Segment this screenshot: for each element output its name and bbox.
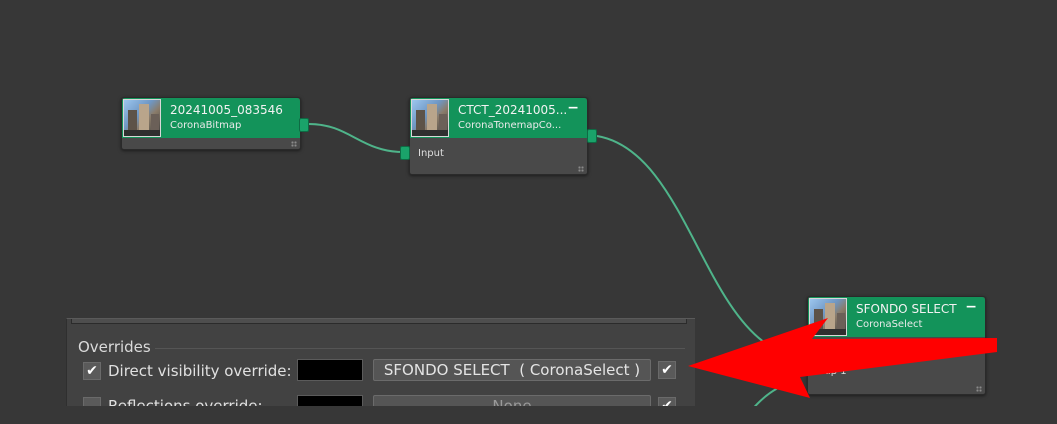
canvas-bottom-area <box>0 406 1057 424</box>
panel-top-bar <box>71 319 687 324</box>
collapse-icon[interactable]: − <box>965 299 977 315</box>
direct-visibility-map-button[interactable]: SFONDO SELECT ( CoronaSelect ) <box>373 359 651 381</box>
bitmap-node-header[interactable]: 20241005_083546 CoronaBitmap <box>122 98 300 138</box>
select-node-header[interactable]: SFONDO SELECT CoronaSelect − <box>808 297 985 337</box>
select-node[interactable]: SFONDO SELECT CoronaSelect − Map 1 <box>807 296 986 395</box>
group-divider <box>155 348 685 349</box>
bitmap-node-title: 20241005_083546 <box>170 103 283 117</box>
bitmap-output-port[interactable] <box>299 118 309 132</box>
select-node-subtitle: CoronaSelect <box>856 319 923 330</box>
wire-tonemap-to-select <box>596 135 769 346</box>
bitmap-node[interactable]: 20241005_083546 CoronaBitmap <box>121 97 301 150</box>
tonemap-node[interactable]: CTCT_20241005... CoronaTonemapCo... − In… <box>409 97 588 175</box>
tonemap-output-port[interactable] <box>587 129 597 143</box>
direct-visibility-override-label: Direct visibility override: <box>108 362 292 380</box>
tonemap-node-title: CTCT_20241005... <box>458 103 568 117</box>
wire-bitmap-to-tonemap <box>308 123 405 153</box>
tonemap-node-header[interactable]: CTCT_20241005... CoronaTonemapCo... − <box>410 98 587 138</box>
overrides-group-title: Overrides <box>78 338 151 356</box>
direct-visibility-override-checkbox[interactable]: ✔ <box>83 362 101 380</box>
direct-visibility-map-enable-checkbox[interactable]: ✔ <box>658 361 676 379</box>
select-node-title: SFONDO SELECT <box>856 302 957 316</box>
image-thumbnail-icon <box>123 99 161 137</box>
select-map1-label: Map 1 <box>816 366 847 377</box>
collapse-icon[interactable]: − <box>567 100 579 116</box>
tonemap-node-subtitle: CoronaTonemapCo... <box>458 120 562 131</box>
overrides-panel: Overrides ✔ Direct visibility override: … <box>66 318 695 417</box>
resize-grip-icon[interactable] <box>976 386 982 392</box>
direct-visibility-color-swatch[interactable] <box>297 359 363 381</box>
image-thumbnail-icon <box>411 99 449 137</box>
resize-grip-icon[interactable] <box>578 166 584 172</box>
tonemap-input-port[interactable] <box>400 146 410 160</box>
tonemap-input-label: Input <box>418 148 444 159</box>
resize-grip-icon[interactable] <box>291 141 297 147</box>
image-thumbnail-icon <box>809 298 847 336</box>
bitmap-node-subtitle: CoronaBitmap <box>170 120 242 131</box>
